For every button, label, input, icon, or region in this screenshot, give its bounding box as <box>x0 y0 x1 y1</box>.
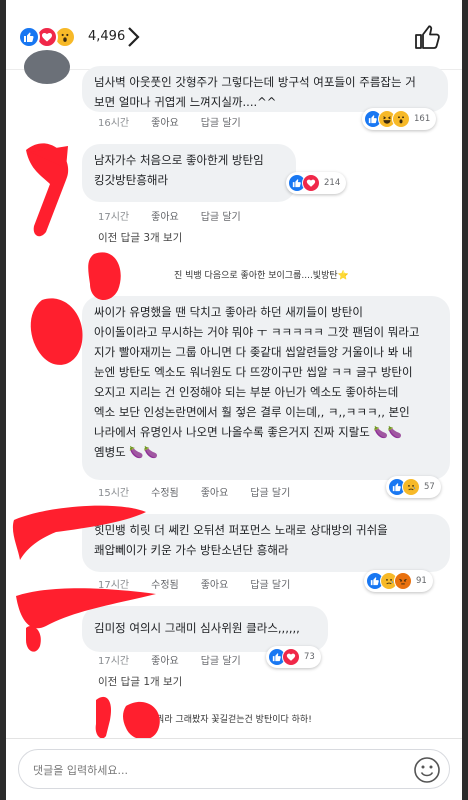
comments-screen: 4,496 넘사벽 아웃풋인 갓형주가 그렇다는데 방구석 여포들이 주름잡는 … <box>6 0 462 800</box>
emoji-icon[interactable] <box>413 756 441 784</box>
comment-input[interactable] <box>33 758 413 782</box>
comment-composer <box>6 738 462 800</box>
like-icon <box>18 26 40 48</box>
comment-input-box[interactable] <box>18 749 450 789</box>
redaction-marks <box>12 143 160 740</box>
